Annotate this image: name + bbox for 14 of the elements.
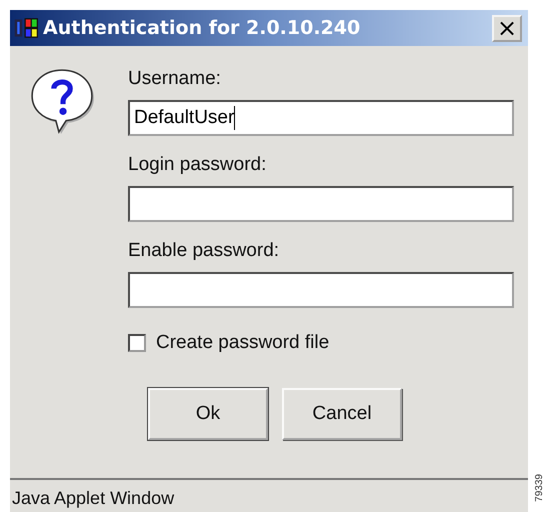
field-label: Username:	[128, 68, 222, 90]
figure-number: 79339	[534, 474, 545, 502]
input-field[interactable]: DefaultUser	[128, 100, 514, 136]
field-label: Enable password:	[128, 240, 280, 262]
input-field[interactable]	[128, 272, 514, 308]
cancel-button[interactable]: Cancel	[282, 388, 402, 440]
field-label: Login password:	[128, 154, 268, 176]
window-title: Authentication for 2.0.10.240	[43, 17, 362, 39]
close-button[interactable]: ×	[492, 14, 522, 42]
checkbox-label: Create password file	[156, 332, 330, 354]
ok-button[interactable]: Ok	[148, 388, 268, 440]
app-icon	[14, 17, 40, 39]
checkbox[interactable]	[128, 334, 146, 352]
input-field[interactable]	[128, 186, 514, 222]
